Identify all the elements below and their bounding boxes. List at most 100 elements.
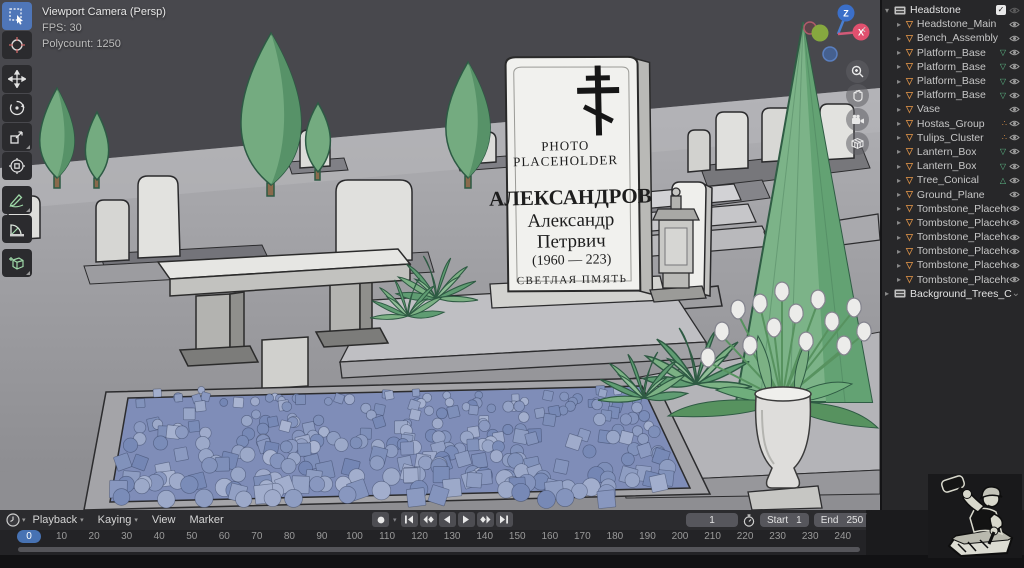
expand-arrow-icon[interactable]: ▸ <box>897 133 906 142</box>
outliner-row-tombstone_placehok[interactable]: ▸▽Tombstone_Placehok <box>882 202 1024 216</box>
expand-arrow-icon[interactable]: ▸ <box>897 247 906 256</box>
outliner-row-tombstone_placehok[interactable]: ▸▽Tombstone_Placehok <box>882 230 1024 244</box>
zoom-button[interactable] <box>846 60 869 83</box>
eye-visibility-icon[interactable] <box>1009 119 1020 128</box>
eye-visibility-icon[interactable] <box>1009 204 1020 213</box>
expand-arrow-icon[interactable]: ▸ <box>897 105 906 114</box>
outliner-row-platform_base[interactable]: ▸▽Platform_Base▽ <box>882 74 1024 88</box>
expand-arrow-icon[interactable]: ▸ <box>897 261 906 270</box>
sidebar-collapse-icon[interactable]: ‹ <box>862 22 866 36</box>
transform-tool[interactable] <box>2 152 32 180</box>
outliner-row-bench_assembly[interactable]: ▸▽Bench_Assembly <box>882 31 1024 45</box>
eye-visibility-icon[interactable] <box>1009 91 1020 100</box>
prev-keyframe-button[interactable] <box>420 512 437 527</box>
editor-type-button[interactable]: ▾ <box>6 513 26 527</box>
eye-visibility-icon[interactable] <box>1009 176 1020 185</box>
menu-view[interactable]: View <box>152 514 176 526</box>
eye-visibility-icon[interactable] <box>1009 147 1020 156</box>
annotate-tool[interactable] <box>2 186 32 214</box>
eye-visibility-icon[interactable] <box>1009 34 1020 43</box>
next-keyframe-button[interactable] <box>477 512 494 527</box>
eye-visibility-icon[interactable] <box>1009 48 1020 57</box>
eye-visibility-icon[interactable] <box>1009 133 1020 142</box>
eye-visibility-icon[interactable] <box>1009 233 1020 242</box>
eye-visibility-icon[interactable] <box>1009 62 1020 71</box>
outliner-row-lantern_box[interactable]: ▸▽Lantern_Box▽ <box>882 145 1024 159</box>
outliner-row-platform_base[interactable]: ▸▽Platform_Base▽ <box>882 46 1024 60</box>
play-button[interactable] <box>458 512 475 527</box>
eye-visibility-icon[interactable] <box>1009 105 1020 114</box>
outliner-row-tree_conical[interactable]: ▸▽Tree_Conical△ <box>882 173 1024 187</box>
select-box-tool[interactable] <box>2 2 32 30</box>
expand-arrow-icon[interactable]: ▸ <box>897 162 906 171</box>
eye-visibility-icon[interactable] <box>1009 261 1020 270</box>
axis-y[interactable] <box>812 25 829 42</box>
expand-arrow-icon[interactable]: ▸ <box>897 147 906 156</box>
outliner-row-tulips_cluster[interactable]: ▸▽Tulips_Cluster∴ <box>882 131 1024 145</box>
scale-tool[interactable] <box>2 123 32 151</box>
eye-visibility-icon[interactable] <box>1009 275 1020 284</box>
eye-visibility-icon[interactable] <box>1009 218 1020 227</box>
expand-arrow-icon[interactable]: ▸ <box>897 48 906 57</box>
menu-playback[interactable]: Playback▾ <box>33 514 84 526</box>
outliner-row-tombstone_placehok[interactable]: ▸▽Tombstone_Placehok <box>882 258 1024 272</box>
eye-visibility-icon[interactable] <box>1009 20 1020 29</box>
expand-arrow-icon[interactable]: ▸ <box>897 275 906 284</box>
eye-visibility-icon[interactable] <box>1009 247 1020 256</box>
3d-viewport[interactable]: PHOTO PLACEHOLDER АЛЕКСАНДРОВ Александр … <box>0 0 880 510</box>
end-frame-field[interactable]: End250 <box>814 513 870 527</box>
expand-arrow-icon[interactable]: ▸ <box>897 233 906 242</box>
menu-marker[interactable]: Marker <box>189 514 223 526</box>
axis-minus-z[interactable] <box>823 47 837 61</box>
timeline-ruler[interactable]: 0102030405060708090100110120130140150160… <box>0 530 866 545</box>
add-cube-tool[interactable] <box>2 249 32 277</box>
outliner-row-tombstone_placehok[interactable]: ▸▽Tombstone_Placehok <box>882 273 1024 287</box>
outliner-row-vase[interactable]: ▸▽Vase <box>882 102 1024 116</box>
collapse-arrow-icon[interactable]: ▾ <box>885 6 894 15</box>
expand-arrow-icon[interactable]: ▸ <box>897 204 906 213</box>
outliner-row-lantern_box[interactable]: ▸▽Lantern_Box▽ <box>882 159 1024 173</box>
eye-visibility-icon[interactable] <box>1009 190 1020 199</box>
scene-canvas[interactable]: PHOTO PLACEHOLDER АЛЕКСАНДРОВ Александр … <box>0 0 880 510</box>
outliner-row-headstone[interactable]: ▾Headstone✓ <box>882 3 1024 17</box>
measure-tool[interactable] <box>2 215 32 243</box>
expand-arrow-icon[interactable]: ▸ <box>897 20 906 29</box>
collection-eye-icon[interactable] <box>1009 6 1020 15</box>
expand-arrow-icon[interactable]: ▸ <box>897 77 906 86</box>
outliner-panel[interactable]: ▾Headstone✓▸▽Headstone_Main▸▽Bench_Assem… <box>880 0 1024 510</box>
outliner-row-ground_plane[interactable]: ▸▽Ground_Plane <box>882 187 1024 201</box>
rotate-tool[interactable] <box>2 94 32 122</box>
expand-arrow-icon[interactable]: ▸ <box>897 190 906 199</box>
expand-arrow-icon[interactable]: ▸ <box>897 119 906 128</box>
expand-arrow-icon[interactable]: ▸ <box>897 91 906 100</box>
record-button[interactable] <box>372 512 389 527</box>
cursor-tool[interactable] <box>2 31 32 59</box>
outliner-row-tombstone_placehok[interactable]: ▸▽Tombstone_Placehok <box>882 216 1024 230</box>
timeline-scrollbar[interactable] <box>18 547 860 552</box>
menu-keying[interactable]: Kaying▾ <box>98 514 138 526</box>
expand-arrow-icon[interactable]: ▸ <box>897 62 906 71</box>
jump-to-end-button[interactable] <box>496 512 513 527</box>
outliner-row-background_trees_cone[interactable]: ▸Background_Trees_Cone⌄ <box>882 287 1024 301</box>
play-reverse-button[interactable] <box>439 512 456 527</box>
eye-visibility-icon[interactable] <box>1009 77 1020 86</box>
playhead-indicator[interactable]: 0 <box>17 530 41 543</box>
expand-arrow-icon[interactable]: ▸ <box>897 176 906 185</box>
expand-arrow-icon[interactable]: ▸ <box>897 34 906 43</box>
move-tool[interactable] <box>2 65 32 93</box>
current-frame-field[interactable]: 1 <box>686 513 738 527</box>
outliner-row-hostas_group[interactable]: ▸▽Hostas_Group∴ <box>882 117 1024 131</box>
grid-ortho-button[interactable] <box>846 132 869 155</box>
camera-view-button[interactable] <box>846 108 869 131</box>
outliner-row-platform_base[interactable]: ▸▽Platform_Base▽ <box>882 88 1024 102</box>
jump-to-start-button[interactable] <box>401 512 418 527</box>
timeline-editor[interactable]: ▾ Playback▾ Kaying▾ View Marker ▾ 1 Star… <box>0 510 1024 558</box>
pan-hand-button[interactable] <box>846 84 869 107</box>
expand-arrow-icon[interactable]: ▸ <box>885 289 894 298</box>
headstone-object[interactable]: PHOTO PLACEHOLDER АЛЕКСАНДРОВ Александр … <box>486 54 654 297</box>
chevron-down-icon[interactable]: ⌄ <box>1012 288 1020 299</box>
outliner-row-headstone_main[interactable]: ▸▽Headstone_Main <box>882 17 1024 31</box>
eye-visibility-icon[interactable] <box>1009 162 1020 171</box>
start-frame-field[interactable]: Start1 <box>760 513 809 527</box>
outliner-row-tombstone_placehok[interactable]: ▸▽Tombstone_Placehok <box>882 244 1024 258</box>
